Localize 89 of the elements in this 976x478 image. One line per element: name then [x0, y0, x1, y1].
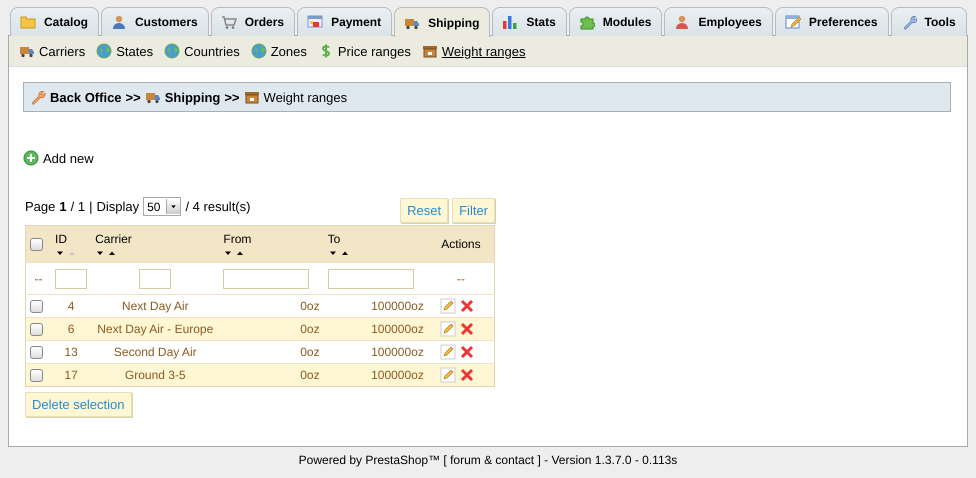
page-total: / 1: [70, 199, 86, 214]
filter-field[interactable]: [328, 268, 414, 288]
divider-text: |: [89, 199, 92, 214]
sort-down-icon: [95, 248, 106, 256]
table-cell: Second Day Air: [114, 345, 197, 359]
cart-icon: [220, 14, 237, 30]
table-cell: 0oz: [300, 345, 320, 359]
column-header: ID: [55, 232, 68, 246]
row-checkbox[interactable]: [30, 346, 43, 358]
table-cell: Ground 3-5: [124, 368, 186, 382]
sort-down-icon: [55, 248, 66, 256]
breadcrumb-link[interactable]: Shipping: [164, 90, 220, 104]
subnav-link[interactable]: Carriers: [19, 43, 86, 59]
footer-text: Powered by PrestaShop™ [ forum & contact ] - Version 1.3.7.0 - 0.113s: [298, 453, 678, 467]
table-cell: 100000oz: [371, 368, 424, 382]
page-number: 1: [59, 199, 67, 214]
breadcrumb-separator: >>: [126, 90, 141, 104]
subnav-link[interactable]: Zones: [250, 43, 307, 59]
person-icon: [674, 14, 690, 30]
person-icon: [111, 14, 128, 30]
nav-tab[interactable]: Catalog: [10, 7, 100, 36]
table-cell: Next Day Air - Europe: [97, 322, 214, 336]
table-cell: 4: [68, 299, 74, 313]
nav-tab[interactable]: Employees: [664, 7, 773, 36]
sort-down-icon: [223, 248, 234, 256]
table-cell: 0oz: [300, 299, 320, 313]
crate-icon: [422, 43, 438, 59]
table-cell: 0oz: [300, 368, 320, 382]
table-cell: 17: [64, 368, 78, 382]
nav-tab[interactable]: Shipping: [394, 7, 490, 37]
nav-tab[interactable]: Modules: [568, 7, 662, 36]
bar-chart-icon: [502, 14, 518, 30]
crate-icon: [244, 89, 260, 105]
globe-icon: [164, 43, 180, 59]
nav-tab[interactable]: Tools: [890, 7, 967, 36]
select-all-checkbox[interactable]: [30, 238, 43, 250]
pencil-window-icon: [784, 14, 801, 30]
table-cell: 13: [64, 345, 78, 359]
breadcrumb-link[interactable]: Back Office: [50, 90, 122, 104]
row-checkbox[interactable]: [30, 368, 43, 382]
table-cell: 0oz: [300, 322, 320, 336]
subnav-link[interactable]: Price ranges: [318, 43, 411, 59]
nav-tab[interactable]: Stats: [492, 7, 567, 36]
globe-icon: [96, 43, 112, 59]
filter-field[interactable]: [139, 268, 172, 288]
edit-icon[interactable]: [440, 367, 456, 383]
nav-tab[interactable]: Customers: [101, 7, 209, 36]
delete-icon[interactable]: [458, 344, 475, 360]
add-icon: [23, 150, 39, 166]
window-icon: [307, 14, 324, 30]
edit-icon[interactable]: [440, 344, 456, 360]
display-label: Display: [96, 199, 140, 214]
sort-down-icon: [328, 248, 338, 256]
filter-field[interactable]: [223, 268, 310, 288]
subnav-link[interactable]: Countries: [164, 43, 240, 59]
table-cell: Next Day Air: [122, 299, 189, 313]
subnav-link[interactable]: States: [96, 43, 154, 59]
edit-icon[interactable]: [440, 321, 456, 337]
add-new-link[interactable]: Add new: [23, 150, 94, 166]
table-cell: 100000oz: [371, 322, 424, 336]
table-cell: 100000oz: [371, 345, 424, 359]
edit-icon[interactable]: [440, 298, 456, 314]
result-count: / 4 result(s): [185, 199, 250, 214]
column-header: From: [223, 232, 252, 246]
per-page-select[interactable]: 50: [143, 197, 182, 216]
no-filter-dash: --: [34, 272, 43, 286]
row-checkbox[interactable]: [30, 300, 43, 312]
wrench-icon: [30, 89, 46, 105]
puzzle-icon: [578, 14, 595, 30]
delete-icon[interactable]: [458, 298, 475, 314]
subnav-link[interactable]: Weight ranges: [422, 43, 526, 59]
table-cell: 100000oz: [371, 299, 424, 313]
nav-tab[interactable]: Preferences: [774, 7, 889, 36]
page-label: Page: [25, 199, 56, 214]
row-checkbox[interactable]: [30, 322, 43, 336]
folder-icon: [20, 14, 36, 30]
filter-field[interactable]: [55, 268, 88, 288]
delete-icon[interactable]: [458, 367, 475, 383]
table-cell: 6: [68, 322, 74, 336]
column-header: Actions: [441, 237, 481, 251]
nav-tab[interactable]: Payment: [297, 7, 392, 36]
breadcrumb-separator: >>: [224, 90, 240, 104]
globe-icon: [250, 43, 267, 59]
column-header: To: [328, 232, 340, 246]
no-filter-dash: --: [456, 272, 465, 286]
nav-tab[interactable]: Orders: [210, 7, 296, 36]
delete-icon[interactable]: [458, 321, 475, 337]
breadcrumb-current: Weight ranges: [264, 90, 348, 104]
column-header: Carrier: [95, 232, 132, 246]
